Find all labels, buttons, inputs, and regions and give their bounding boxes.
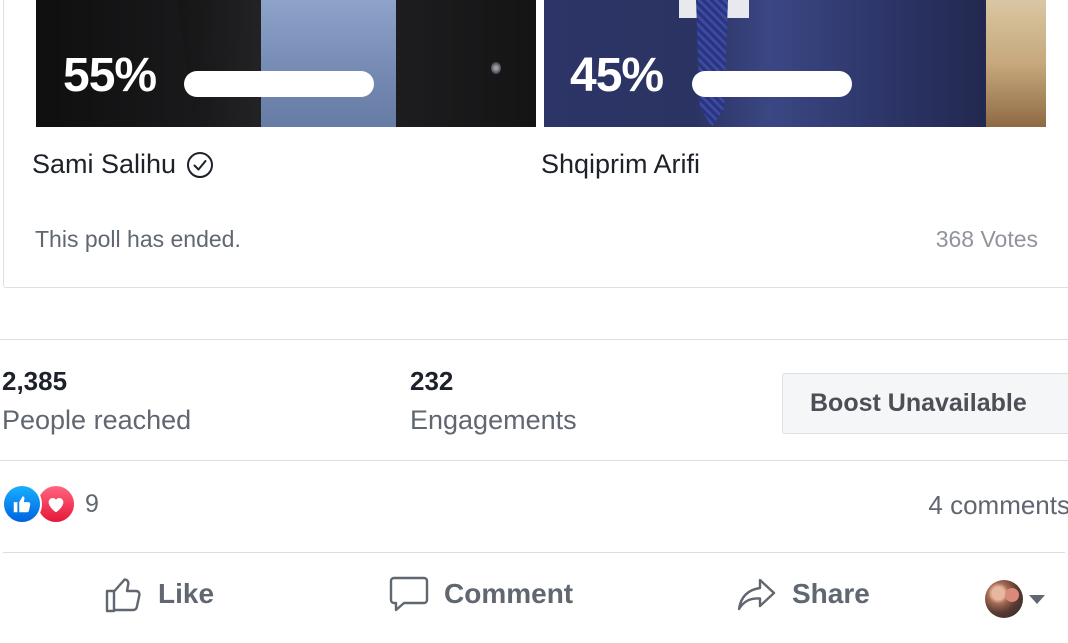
poll-option-1-name: Sami Salihu (32, 149, 214, 180)
poll-option-photo-1[interactable]: 55% (36, 0, 536, 127)
comments-count-link[interactable]: 4 comments (928, 490, 1068, 521)
people-reached-value[interactable]: 2,385 (2, 366, 67, 397)
poll-option-photo-2[interactable]: 45% (544, 0, 1046, 127)
share-label: Share (792, 578, 870, 609)
poll-option-2-result-bar (692, 71, 852, 97)
poll-option-2-label: Shqiprim Arifi (541, 149, 701, 179)
poll-option-1-result-bar (184, 71, 374, 97)
poll-card: 55% 45% Sami Salihu Shqiprim Arifi This … (3, 0, 1068, 288)
photo-detail (261, 0, 411, 127)
photo-detail (986, 0, 1046, 127)
share-button[interactable]: Share (736, 574, 870, 614)
divider (0, 460, 1068, 461)
divider (0, 339, 1068, 340)
poll-vote-count[interactable]: 368 Votes (936, 226, 1038, 253)
like-label: Like (158, 578, 215, 609)
speech-bubble-icon (389, 576, 429, 612)
like-reaction-icon (2, 484, 42, 524)
poll-option-2-name: Shqiprim Arifi (541, 149, 700, 180)
avatar (985, 580, 1023, 618)
engagements-label[interactable]: Engagements (410, 405, 577, 436)
photo-detail (396, 0, 536, 127)
share-arrow-icon (737, 578, 776, 611)
chevron-down-icon (1029, 594, 1045, 604)
engagements-value[interactable]: 232 (410, 366, 453, 397)
love-reaction-icon (36, 484, 76, 524)
lapel-pin (491, 62, 501, 74)
poll-option-2-percent: 45% (570, 49, 664, 102)
post-as-selector[interactable] (985, 580, 1045, 618)
reaction-count: 9 (85, 489, 99, 518)
people-reached-label[interactable]: People reached (2, 405, 191, 436)
thumbs-up-icon (105, 578, 141, 613)
poll-option-1-label: Sami Salihu (32, 149, 177, 179)
reactions-summary[interactable]: 9 (2, 484, 99, 524)
photo-detail (696, 0, 728, 127)
check-circle-icon (187, 151, 214, 178)
poll-option-1-percent: 55% (63, 49, 157, 102)
poll-status: This poll has ended. (35, 226, 241, 252)
comment-button[interactable]: Comment (388, 574, 573, 614)
like-button[interactable]: Like (104, 574, 214, 614)
boost-unavailable-button[interactable]: Boost Unavailable (782, 373, 1068, 434)
divider (3, 552, 1065, 553)
comment-label: Comment (444, 578, 574, 609)
